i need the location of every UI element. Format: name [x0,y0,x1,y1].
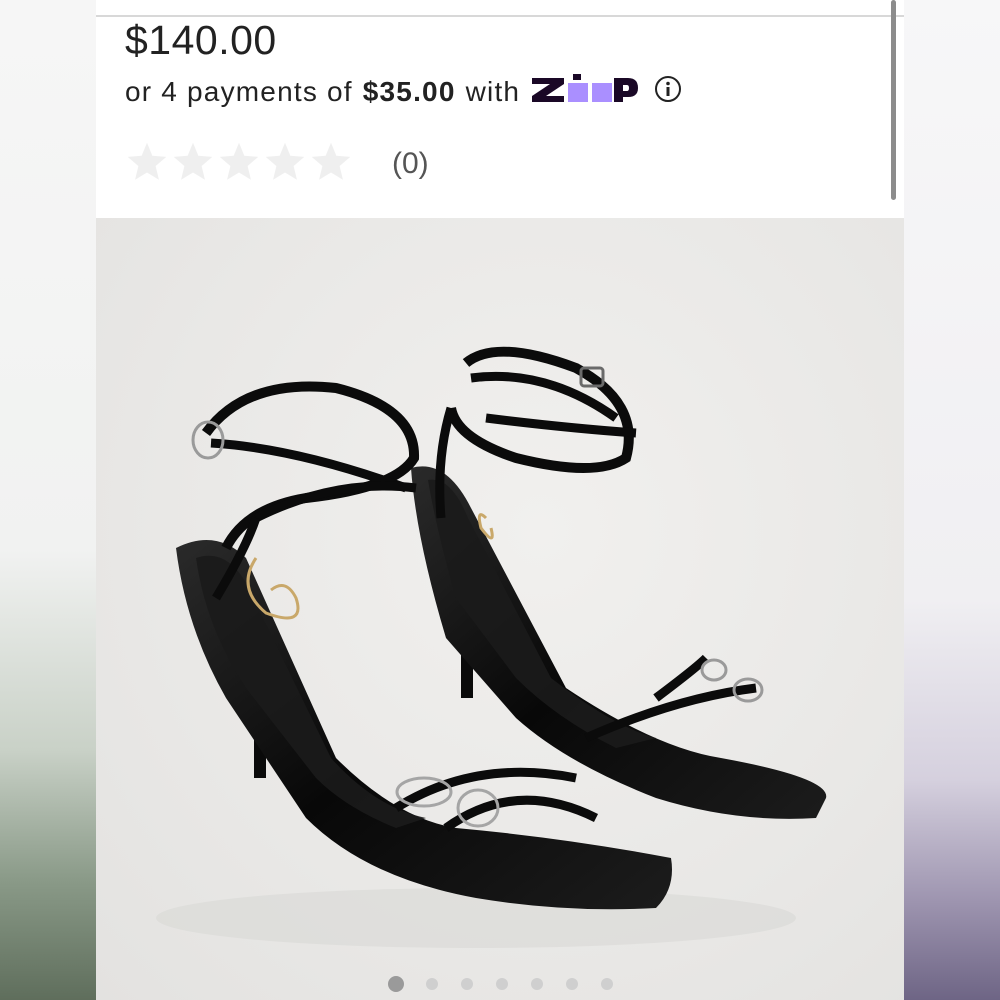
carousel-dot-7[interactable] [601,978,613,990]
product-price: $140.00 [125,17,277,63]
sandal-right [411,346,827,819]
carousel-dot-1[interactable] [388,976,404,992]
background-blur-left [0,0,96,1000]
star-icon [127,142,167,180]
carousel-dot-2[interactable] [426,978,438,990]
installment-prefix: or 4 payments of [125,76,353,107]
installment-amount: $35.00 [362,76,456,107]
carousel-dot-6[interactable] [566,978,578,990]
star-rating[interactable] [125,140,355,184]
review-count[interactable]: (0) [392,146,429,182]
zip-logo [530,73,639,111]
product-image[interactable] [96,218,904,1000]
carousel-dot-3[interactable] [461,978,473,990]
installment-offer: or 4 payments of $35.00 with [125,72,682,112]
background-blur-right [904,0,1000,1000]
star-icon [219,142,259,180]
star-icon [265,142,305,180]
carousel-dot-5[interactable] [531,978,543,990]
star-icon [311,142,351,180]
installment-suffix: with [465,76,521,107]
scrollbar[interactable] [891,0,896,200]
star-icon [173,142,213,180]
carousel-dots [388,976,636,992]
product-page: $140.00 or 4 payments of $35.00 with (0) [96,0,904,1000]
info-circle-icon[interactable] [654,75,682,110]
carousel-dot-4[interactable] [496,978,508,990]
sandals-illustration [156,346,827,948]
